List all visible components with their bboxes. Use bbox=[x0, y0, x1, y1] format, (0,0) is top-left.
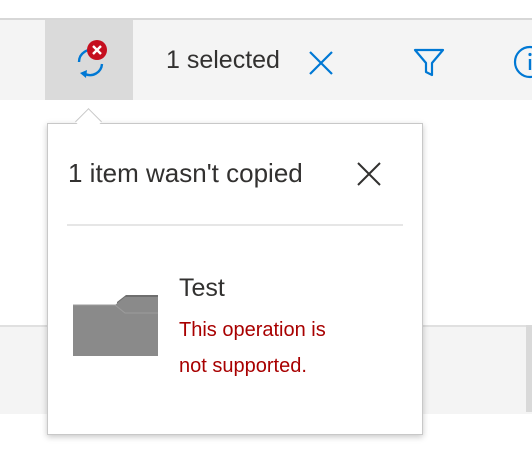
close-icon bbox=[309, 51, 333, 75]
filter-icon bbox=[413, 48, 445, 77]
callout-title: 1 item wasn't copied bbox=[68, 158, 303, 188]
info-button[interactable] bbox=[510, 44, 532, 80]
callout-divider bbox=[67, 224, 403, 226]
selected-count: 1 selected bbox=[166, 46, 280, 74]
sync-status-button[interactable] bbox=[45, 20, 133, 100]
clear-selection-button[interactable] bbox=[306, 48, 336, 78]
item-error-message: This operation is not supported. bbox=[179, 319, 326, 377]
item-name: Test bbox=[179, 274, 225, 302]
command-bar: 1 selected bbox=[0, 20, 532, 100]
filter-button[interactable] bbox=[412, 45, 446, 79]
sync-error-icon bbox=[77, 40, 107, 78]
folder-icon bbox=[73, 295, 158, 356]
close-icon bbox=[357, 162, 381, 186]
info-icon bbox=[513, 45, 532, 79]
copy-error-callout: 1 item wasn't copied Test This operation… bbox=[47, 123, 423, 435]
callout-close-button[interactable] bbox=[355, 160, 383, 188]
list-row-edge bbox=[526, 325, 532, 412]
